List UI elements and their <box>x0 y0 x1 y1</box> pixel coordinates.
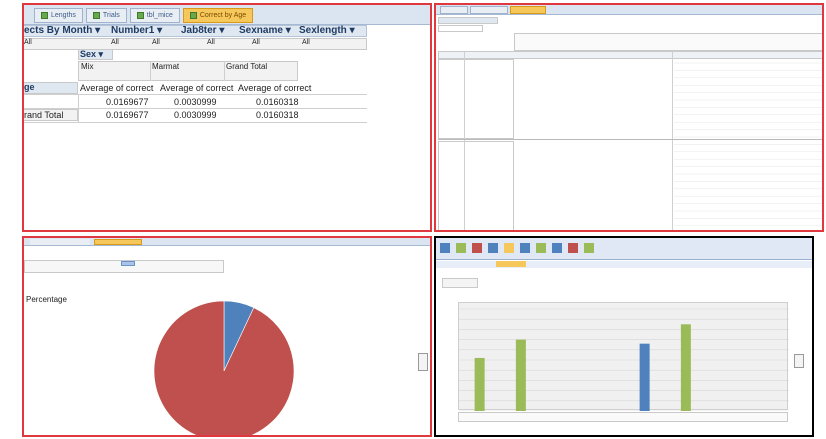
filter-value-row <box>24 38 367 50</box>
filter-value-1: All <box>111 39 119 46</box>
tab-lengths[interactable]: Lengths <box>34 8 83 23</box>
bar-legend-box <box>794 354 804 368</box>
screenshot-grid: Lengths Trials tbl_mice Correct by Age e… <box>0 0 826 439</box>
filter-field-2[interactable]: Number1 ▾ <box>111 25 162 36</box>
toolbar-icon-2[interactable] <box>456 243 466 253</box>
bar-field-list <box>442 278 478 288</box>
pie-selected-filter[interactable] <box>121 261 135 266</box>
detail-tab-0[interactable] <box>440 6 468 14</box>
query-icon <box>189 12 197 19</box>
filter-value-3: All <box>207 39 215 46</box>
detail-tab-1[interactable] <box>470 6 508 14</box>
pie-chart <box>153 300 295 435</box>
col-label-grand-total: Grand Total <box>226 62 268 71</box>
bar-x-label-boxes <box>458 412 788 422</box>
toolbar-icon-4[interactable] <box>488 243 498 253</box>
table-icon <box>41 12 48 19</box>
detail-header-row <box>438 51 822 59</box>
filter-field-1[interactable]: ects By Month ▾ <box>24 25 100 36</box>
tab-correct-by-age[interactable]: Correct by Age <box>182 8 254 23</box>
filter-value-4: All <box>252 39 260 46</box>
filter-value-2: All <box>152 39 160 46</box>
divider <box>78 94 79 122</box>
bar <box>639 343 650 411</box>
cell-1-0: 0.0169677 <box>106 110 149 120</box>
divider <box>24 94 367 95</box>
toolbar-icon-1[interactable] <box>440 243 450 253</box>
tab-trials[interactable]: Trials <box>85 8 127 23</box>
detail-filter-value <box>438 25 483 32</box>
cell-1-2: 0.0160318 <box>256 110 299 120</box>
detail-row-group-1 <box>438 59 514 139</box>
bar-plot-area <box>458 302 789 411</box>
pivot-tab-bar: Lengths Trials tbl_mice Correct by Age <box>24 5 430 25</box>
detail-tab-bar <box>436 5 822 15</box>
row-field-label[interactable]: ge <box>24 82 35 92</box>
filter-field-5[interactable]: Sexlength ▾ <box>299 25 355 36</box>
pie-tab-bar <box>24 238 430 246</box>
bar-tab-strip <box>436 261 812 268</box>
divider <box>672 51 673 230</box>
filter-value-5: All <box>302 39 310 46</box>
divider <box>464 51 465 230</box>
divider <box>224 61 225 81</box>
app-toolbar <box>436 238 812 260</box>
detail-value-grid <box>674 62 822 227</box>
pie-series-label: Percentage <box>26 295 67 304</box>
toolbar-icon-9[interactable] <box>568 243 578 253</box>
cell-0-0: 0.0169677 <box>106 97 149 107</box>
table-icon <box>136 12 144 19</box>
bar <box>474 357 485 411</box>
divider <box>150 61 151 81</box>
measure-label-1: Average of correct <box>160 83 234 93</box>
bar <box>680 324 691 411</box>
filter-field-3[interactable]: Jab8ter ▾ <box>181 25 224 36</box>
filter-value-0: All <box>24 39 32 46</box>
toolbar-icon-3[interactable] <box>472 243 482 253</box>
row-label-1: rand Total <box>24 110 64 120</box>
pie-tab-0[interactable] <box>30 239 90 245</box>
detail-row-group-2 <box>438 141 514 230</box>
filter-field-4[interactable]: Sexname ▾ <box>239 25 291 36</box>
bar-chart-panel <box>434 236 814 437</box>
column-field-label[interactable]: Sex ▾ <box>80 49 103 60</box>
table-icon <box>92 12 100 19</box>
detail-pivot-panel <box>434 3 824 232</box>
detail-column-area <box>514 33 822 51</box>
measure-label-2: Average of correct <box>238 83 312 93</box>
pie-slice <box>153 300 295 435</box>
toolbar-icon-8[interactable] <box>552 243 562 253</box>
pivot-table-panel: Lengths Trials tbl_mice Correct by Age e… <box>22 3 432 232</box>
measure-label-0: Average of correct <box>80 83 154 93</box>
toolbar-icon-5[interactable] <box>504 243 514 253</box>
cell-0-1: 0.0030999 <box>174 97 217 107</box>
detail-filter-row <box>438 17 498 24</box>
toolbar-icon-10[interactable] <box>584 243 594 253</box>
pie-tab-active[interactable] <box>94 239 142 245</box>
cell-0-2: 0.0160318 <box>256 97 299 107</box>
toolbar-icon-7[interactable] <box>536 243 546 253</box>
col-label-mix: Mix <box>81 62 94 71</box>
bar-plot-svg <box>459 308 789 411</box>
cell-1-1: 0.0030999 <box>174 110 217 120</box>
divider <box>24 122 367 123</box>
pie-chart-panel: Percentage <box>22 236 432 437</box>
pie-legend-box <box>418 353 428 371</box>
toolbar-icon-6[interactable] <box>520 243 530 253</box>
bar-tab-active[interactable] <box>496 261 526 267</box>
bar <box>515 339 526 411</box>
detail-tab-active[interactable] <box>510 6 546 14</box>
col-label-marmat: Marmat <box>152 62 180 71</box>
tab-tbl-mice[interactable]: tbl_mice <box>129 8 180 23</box>
